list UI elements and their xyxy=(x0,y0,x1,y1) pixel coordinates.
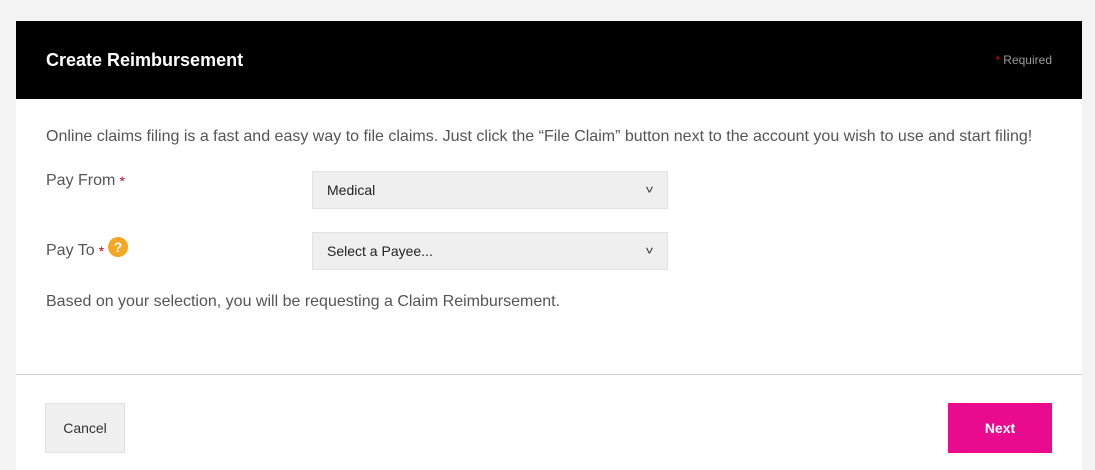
card-header: Create Reimbursement * Required xyxy=(16,21,1082,99)
required-note-text: Required xyxy=(1003,53,1052,67)
pay-to-label: Pay To * ? xyxy=(46,237,129,260)
pay-from-selected-value: Medical xyxy=(327,182,376,198)
pay-from-select[interactable]: Medical ˅ xyxy=(312,171,668,209)
cancel-button[interactable]: Cancel xyxy=(45,403,125,453)
pay-from-label-text: Pay From xyxy=(46,172,116,189)
create-reimbursement-card: Create Reimbursement * Required Online c… xyxy=(16,21,1082,470)
pay-from-label: Pay From * xyxy=(46,172,125,190)
pay-to-label-text: Pay To xyxy=(46,242,95,259)
card-body: Online claims filing is a fast and easy … xyxy=(16,99,1082,375)
next-button[interactable]: Next xyxy=(948,403,1052,453)
chevron-down-icon: ˅ xyxy=(645,183,654,197)
page-title: Create Reimbursement xyxy=(46,49,244,70)
selection-note: Based on your selection, you will be req… xyxy=(46,293,561,310)
intro-text: Online claims filing is a fast and easy … xyxy=(46,128,1033,145)
chevron-down-icon: ˅ xyxy=(645,244,654,258)
pay-from-row: Pay From * Medical ˅ xyxy=(46,171,1052,209)
pay-to-select[interactable]: Select a Payee... ˅ xyxy=(312,232,668,270)
required-note: * Required xyxy=(995,53,1052,67)
pay-to-row: Pay To * ? Select a Payee... ˅ xyxy=(46,232,1052,270)
pay-to-required-star: * xyxy=(98,243,105,259)
pay-from-required-star: * xyxy=(119,173,125,189)
help-icon[interactable]: ? xyxy=(108,237,129,257)
required-note-star: * xyxy=(995,53,1000,67)
card-footer: Cancel Next xyxy=(16,375,1082,469)
pay-to-selected-value: Select a Payee... xyxy=(327,243,433,259)
